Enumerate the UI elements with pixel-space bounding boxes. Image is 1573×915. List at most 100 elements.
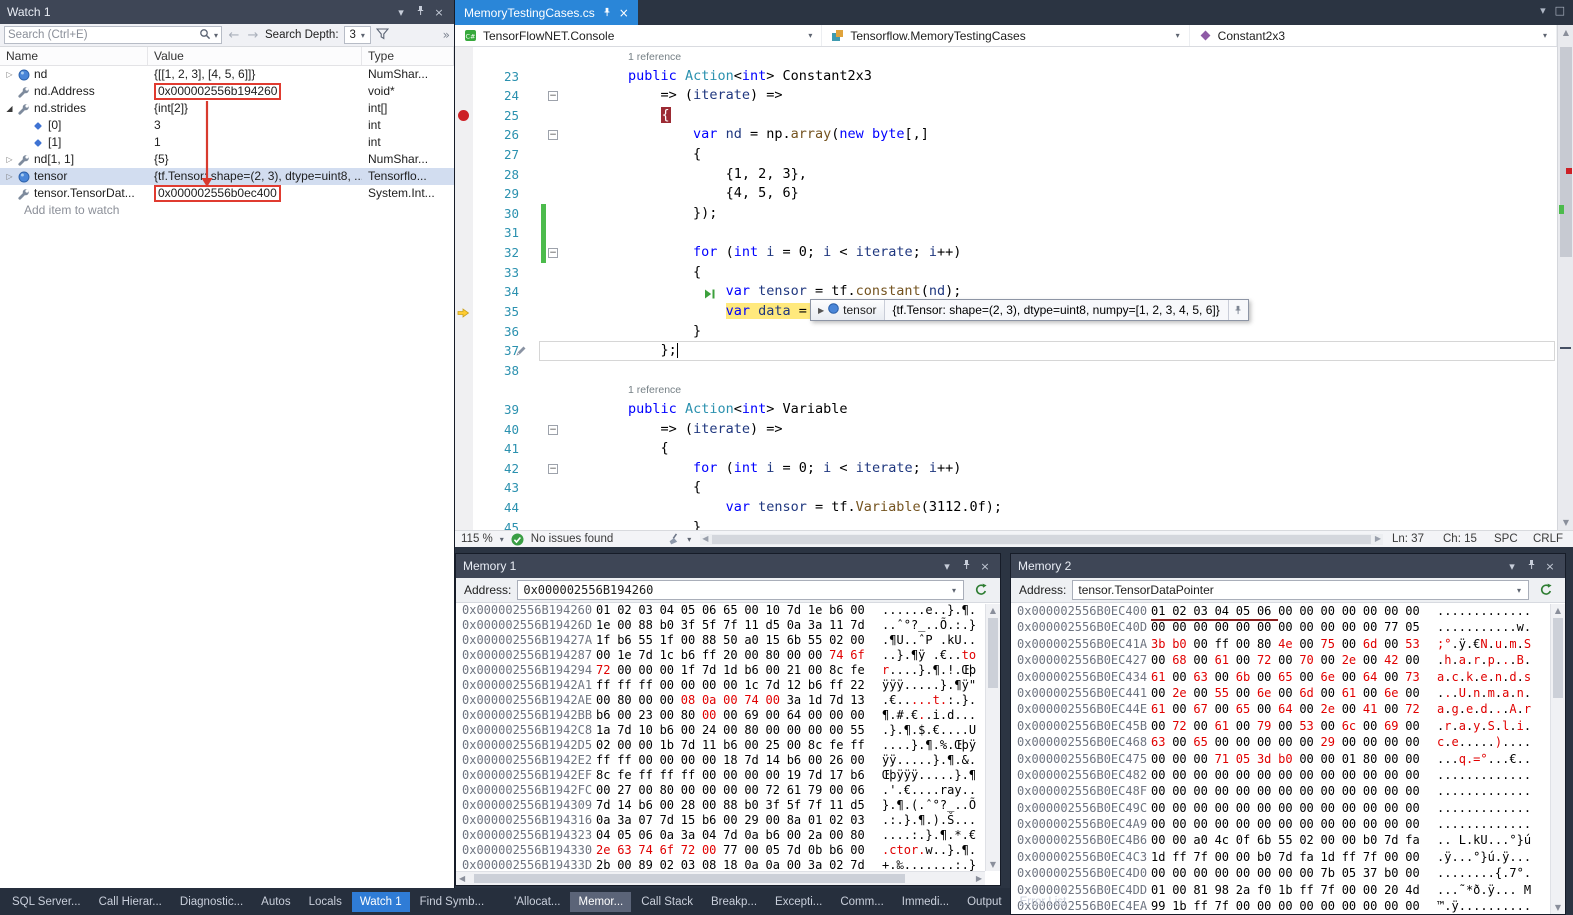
debugger-datatip[interactable]: ▶ tensor {tf.Tensor: shape=(2, 3), dtype… [810,299,1249,321]
watch-value[interactable]: 3 [148,117,362,134]
address-input[interactable] [1078,583,1512,597]
code-line-33[interactable]: 33 { [455,263,1557,283]
code-line-25[interactable]: 25 { [455,106,1557,126]
insert-mode-indicator[interactable]: SPC [1494,533,1526,545]
scrollbar-thumb[interactable] [1553,618,1563,698]
watch-value[interactable]: 1 [148,134,362,151]
datatip-pin-icon[interactable] [1228,300,1248,320]
filter-icon[interactable] [376,28,389,43]
chevron-down-icon[interactable]: ▾ [947,586,961,595]
code-line-41[interactable]: 41 { [455,439,1557,459]
taskbar-tab-memor[interactable]: Memor... [570,892,631,912]
search-depth-select[interactable]: 3 ▾ [344,26,371,44]
taskbar-tab-immedi[interactable]: Immedi... [894,892,957,912]
fold-toggle-icon[interactable]: − [548,130,558,140]
memory2-vertical-scrollbar[interactable]: ▲ ▼ [1550,604,1565,914]
scroll-down-icon[interactable]: ▼ [986,860,1000,869]
tab-pin-icon[interactable] [602,6,612,20]
expander-collapsed-icon[interactable]: ▷ [4,168,15,185]
fold-toggle-icon[interactable]: − [548,425,558,435]
refresh-icon[interactable] [970,580,992,600]
watch-row[interactable]: [0]3int [0,117,454,134]
editor-horizontal-scrollbar[interactable]: ◀ ▶ [700,534,1383,545]
pin-icon[interactable] [1523,559,1539,573]
scrollbar-thumb[interactable] [988,618,998,688]
member-dropdown[interactable]: Constant2x3 ▾ [1190,25,1557,46]
breakpoint-icon[interactable] [458,110,469,121]
column-header-name[interactable]: Name [0,47,148,65]
column-indicator[interactable]: Ch: 15 [1443,533,1487,545]
scroll-left-icon[interactable]: ◀ [702,534,708,543]
search-prev-icon[interactable]: ← [227,28,241,43]
watch-row[interactable]: nd.Address0x000002556b194260void* [0,83,454,100]
code-line-36[interactable]: 36 } [455,322,1557,342]
editor-vertical-scrollbar[interactable]: ▲ ▼ [1557,25,1573,530]
search-input[interactable] [8,29,196,41]
watch-row[interactable]: ◢nd.strides{int[2]}int[] [0,100,454,117]
taskbar-tab-diagnostic[interactable]: Diagnostic... [172,892,251,912]
expander-collapsed-icon[interactable]: ▷ [4,66,15,83]
address-combo[interactable]: ▾ [517,580,964,600]
search-icon[interactable] [199,28,211,43]
tab-close-icon[interactable]: × [619,6,629,20]
active-files-chevron-icon[interactable]: ▾ [1540,4,1546,17]
code-line-42[interactable]: 42− for (int i = 0; i < iterate; i++) [455,459,1557,479]
window-menu-icon[interactable]: □ [1555,4,1565,17]
expander-expanded-icon[interactable]: ◢ [4,100,15,117]
tab-memorytestingcases[interactable]: MemoryTestingCases.cs × [455,0,638,25]
datatip-expander-icon[interactable]: ▶ [818,306,824,315]
taskbar-tab-find-symb[interactable]: Find Symb... [412,892,493,912]
issues-check-icon[interactable] [511,533,524,546]
scroll-right-icon[interactable]: ▶ [1375,534,1381,543]
taskbar-tab-error-list[interactable]: Error List [1012,892,1075,912]
scroll-down-icon[interactable]: ▼ [1558,518,1573,527]
window-position-icon[interactable]: ▾ [393,6,409,19]
code-line-43[interactable]: 43 { [455,478,1557,498]
code-line-31[interactable]: 31 [455,223,1557,243]
watch-row[interactable]: ▷nd[1, 1]{5}NumShar... [0,151,454,168]
code-line-32[interactable]: 32− for (int i = 0; i < iterate; i++) [455,243,1557,263]
taskbar-tab-sql-server[interactable]: SQL Server... [4,892,89,912]
project-dropdown[interactable]: C# TensorFlowNET.Console ▾ [455,25,822,46]
fold-toggle-icon[interactable]: − [548,91,558,101]
watch-titlebar[interactable]: Watch 1 ▾ × [0,0,454,24]
scroll-up-icon[interactable]: ▲ [986,606,1000,615]
taskbar-tab-output[interactable]: Output [959,892,1010,912]
line-indicator[interactable]: Ln: 37 [1392,533,1436,545]
add-item-to-watch[interactable]: Add item to watch [0,202,454,219]
taskbar-tab-locals[interactable]: Locals [301,892,350,912]
codelens-references[interactable]: 1 reference [455,380,1557,400]
memory1-vertical-scrollbar[interactable]: ▲ ▼ [985,604,1000,871]
code-line-39[interactable]: 39 public Action<int> Variable [455,400,1557,420]
taskbar-tab-comm[interactable]: Comm... [832,892,891,912]
code-line-38[interactable]: 38 [455,361,1557,381]
window-position-icon[interactable]: ▾ [1504,560,1520,573]
code-line-40[interactable]: 40− => (iterate) => [455,420,1557,440]
code-line-30[interactable]: 30 }); [455,204,1557,224]
taskbar-tab-breakp[interactable]: Breakp... [703,892,765,912]
issues-status[interactable]: No issues found [531,533,613,545]
search-next-icon[interactable]: → [246,28,260,43]
taskbar-tab-autos[interactable]: Autos [253,892,298,912]
watch-value[interactable]: 0x000002556b194260 [148,83,362,100]
column-header-value[interactable]: Value [148,47,362,65]
code-line-45[interactable]: 45 } [455,518,1557,530]
memory2-titlebar[interactable]: Memory 2 ▾ × [1011,554,1565,578]
scroll-right-icon[interactable]: ▶ [976,874,982,883]
taskbar-tab-call-stack[interactable]: Call Stack [633,892,701,912]
taskbar-tab-watch-1[interactable]: Watch 1 [352,892,410,912]
scrollbar-thumb[interactable] [1560,47,1572,257]
pin-icon[interactable] [958,559,974,573]
expander-collapsed-icon[interactable]: ▷ [4,151,15,168]
code-area[interactable]: 1 reference 23 public Action<int> Constan… [455,47,1557,530]
code-line-23[interactable]: 23 public Action<int> Constant2x3 [455,67,1557,87]
code-line-26[interactable]: 26− var nd = np.array(new byte[,] [455,125,1557,145]
class-dropdown[interactable]: Tensorflow.MemoryTestingCases ▾ [822,25,1189,46]
watch-value[interactable]: {tf.Tensor: shape=(2, 3), dtype=uint8, .… [148,168,362,185]
address-input[interactable] [523,583,947,597]
taskbar-tab-call-hierar[interactable]: Call Hierar... [91,892,170,912]
fold-toggle-icon[interactable]: − [548,248,558,258]
watch-row[interactable]: tensor.TensorDat...0x000002556b0ec400Sys… [0,185,454,202]
search-box[interactable]: ▾ [4,26,222,44]
address-combo[interactable]: ▾ [1072,580,1529,600]
